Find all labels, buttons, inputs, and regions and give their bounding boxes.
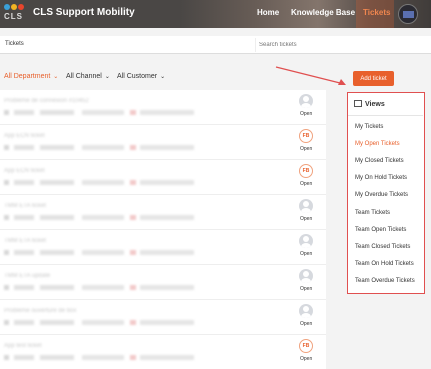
- divider: [348, 115, 423, 116]
- chevron-down-icon: ⌄: [160, 74, 166, 80]
- ticket-status: Open: [300, 321, 313, 327]
- ticket-status: Open: [300, 181, 313, 187]
- agent-avatar: FB: [299, 339, 313, 353]
- view-my-closed-tickets[interactable]: My Closed Tickets: [355, 158, 404, 164]
- ticket-title[interactable]: Problème ouverture de box: [4, 308, 76, 314]
- sub-bar: Tickets: [0, 36, 431, 54]
- ticket-meta: [4, 285, 194, 290]
- ticket-title[interactable]: TMM ETA update: [4, 273, 50, 279]
- view-team-on-hold-tickets[interactable]: Team On Hold Tickets: [355, 261, 414, 267]
- agent-avatar: [299, 234, 313, 248]
- chevron-down-icon: ⌄: [104, 74, 110, 80]
- views-panel: Views My Tickets My Open Tickets My Clos…: [347, 92, 425, 294]
- ticket-meta: [4, 180, 194, 185]
- views-icon: [354, 100, 362, 107]
- logo-text: CLS: [4, 12, 23, 21]
- agent-avatar: FB: [299, 129, 313, 143]
- ticket-list: Problème de connexion #10452 Open App EC…: [0, 90, 326, 369]
- app-title: CLS Support Mobility: [33, 7, 135, 18]
- add-ticket-button[interactable]: Add ticket: [353, 71, 394, 86]
- filter-customer-label: All Customer: [117, 73, 158, 80]
- view-team-tickets[interactable]: Team Tickets: [355, 210, 390, 216]
- ticket-row[interactable]: App ECN ticket FB Open: [0, 125, 326, 160]
- search-input[interactable]: [255, 38, 431, 52]
- filter-department-label: All Department: [4, 73, 51, 80]
- ticket-title[interactable]: App ECN ticket: [4, 133, 45, 139]
- ticket-title[interactable]: TMM ETA ticket: [4, 238, 46, 244]
- cls-logo[interactable]: CLS: [4, 3, 26, 25]
- ticket-status: Open: [300, 216, 313, 222]
- agent-avatar: [299, 304, 313, 318]
- ticket-meta: [4, 320, 194, 325]
- view-team-open-tickets[interactable]: Team Open Tickets: [355, 227, 406, 233]
- ticket-meta: [4, 215, 194, 220]
- ticket-row[interactable]: App test ticket FB Open: [0, 335, 326, 369]
- ticket-row[interactable]: TMM ETA update Open: [0, 265, 326, 300]
- ticket-row[interactable]: TMM ETA ticket Open: [0, 195, 326, 230]
- ticket-meta: [4, 145, 194, 150]
- ticket-status: Open: [300, 286, 313, 292]
- user-avatar[interactable]: [398, 4, 418, 24]
- breadcrumb[interactable]: Tickets: [5, 41, 24, 47]
- filter-department[interactable]: All Department ⌄: [4, 73, 58, 80]
- chevron-down-icon: ⌄: [53, 74, 59, 80]
- top-header: CLS CLS Support Mobility Home Knowledge …: [0, 0, 431, 28]
- ticket-meta: [4, 250, 194, 255]
- ticket-row[interactable]: Problème de connexion #10452 Open: [0, 90, 326, 125]
- filter-channel-label: All Channel: [66, 73, 102, 80]
- annotation-arrow: [275, 66, 346, 85]
- ticket-title[interactable]: App test ticket: [4, 343, 42, 349]
- ticket-status: Open: [300, 146, 313, 152]
- view-my-open-tickets[interactable]: My Open Tickets: [355, 141, 400, 147]
- view-my-on-hold-tickets[interactable]: My On Hold Tickets: [355, 175, 407, 181]
- ticket-status: Open: [300, 251, 313, 257]
- view-team-closed-tickets[interactable]: Team Closed Tickets: [355, 244, 410, 250]
- view-my-overdue-tickets[interactable]: My Overdue Tickets: [355, 192, 408, 198]
- ticket-row[interactable]: Problème ouverture de box Open: [0, 300, 326, 335]
- filter-customer[interactable]: All Customer ⌄: [117, 73, 165, 80]
- ticket-meta: [4, 110, 194, 115]
- views-title: Views: [365, 101, 385, 108]
- ticket-title[interactable]: App ECN ticket: [4, 168, 45, 174]
- nav-tickets[interactable]: Tickets: [363, 8, 390, 17]
- ticket-status: Open: [300, 356, 313, 362]
- filter-channel[interactable]: All Channel ⌄: [66, 73, 110, 80]
- ticket-meta: [4, 355, 194, 360]
- agent-avatar: [299, 94, 313, 108]
- ticket-row[interactable]: TMM ETA ticket Open: [0, 230, 326, 265]
- agent-avatar: [299, 269, 313, 283]
- ticket-title[interactable]: TMM ETA ticket: [4, 203, 46, 209]
- ticket-status: Open: [300, 111, 313, 117]
- agent-avatar: [299, 199, 313, 213]
- nav-home[interactable]: Home: [257, 8, 279, 17]
- view-team-overdue-tickets[interactable]: Team Overdue Tickets: [355, 278, 415, 284]
- ticket-row[interactable]: App ECN ticket FB Open: [0, 160, 326, 195]
- views-header: Views: [354, 100, 385, 108]
- ticket-title[interactable]: Problème de connexion #10452: [4, 98, 89, 104]
- nav-knowledge-base[interactable]: Knowledge Base: [291, 8, 355, 17]
- view-my-tickets[interactable]: My Tickets: [355, 124, 383, 130]
- agent-avatar: FB: [299, 164, 313, 178]
